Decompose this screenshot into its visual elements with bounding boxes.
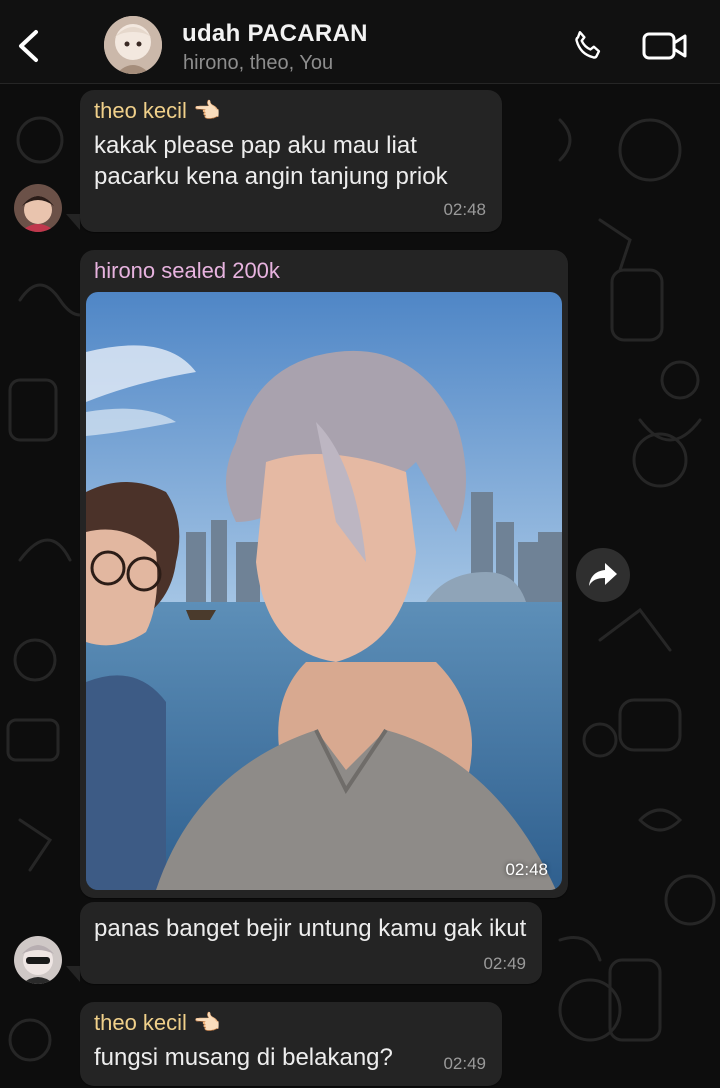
group-avatar[interactable] (104, 16, 162, 74)
video-camera-icon (642, 32, 687, 60)
message-bubble[interactable]: panas banget bejir untung kamu gak ikut … (80, 902, 542, 984)
bubble-tail (66, 214, 80, 230)
forward-button[interactable] (576, 548, 630, 602)
theo-avatar[interactable] (14, 184, 62, 232)
theo-avatar-image (14, 184, 62, 232)
message-bubble[interactable]: theo kecil 👈🏻 kakak please pap aku mau l… (80, 90, 502, 232)
shared-photo[interactable]: 02:48 (86, 292, 562, 890)
group-avatar-image (104, 16, 162, 74)
forward-icon (589, 563, 617, 586)
message-time: 02:49 (483, 954, 526, 973)
bubble-tail (66, 966, 80, 982)
message-time: 02:48 (505, 860, 548, 879)
back-chevron-icon (19, 30, 38, 62)
photo-image (86, 292, 562, 890)
chat-title[interactable]: udah PACARAN (182, 20, 368, 48)
message-bubble[interactable]: theo kecil 👈🏻 fungsi musang di belakang?… (80, 1002, 502, 1086)
message-time: 02:48 (443, 200, 486, 219)
chat-screen: udah PACARAN hirono, theo, You theo keci… (0, 0, 720, 1088)
back-button[interactable] (8, 22, 48, 70)
message-sender: theo kecil 👈🏻 (94, 98, 221, 123)
message-text: panas banget bejir untung kamu gak ikut (94, 915, 527, 942)
phone-icon (575, 31, 601, 59)
chat-header: udah PACARAN hirono, theo, You (0, 0, 720, 84)
hirono-avatar[interactable] (14, 936, 62, 984)
message-text: fungsi musang di belakang? (94, 1044, 393, 1071)
participants-list: hirono, theo, You (183, 52, 334, 74)
message-sender: theo kecil 👈🏻 (94, 1010, 221, 1035)
message-sender: hirono sealed 200k (94, 258, 280, 283)
hirono-avatar-image (14, 936, 62, 984)
message-time: 02:49 (443, 1054, 486, 1073)
voice-call-button[interactable] (566, 24, 610, 68)
message-text: kakak please pap aku mau liat pacarku ke… (94, 132, 448, 190)
video-call-button[interactable] (640, 24, 690, 68)
